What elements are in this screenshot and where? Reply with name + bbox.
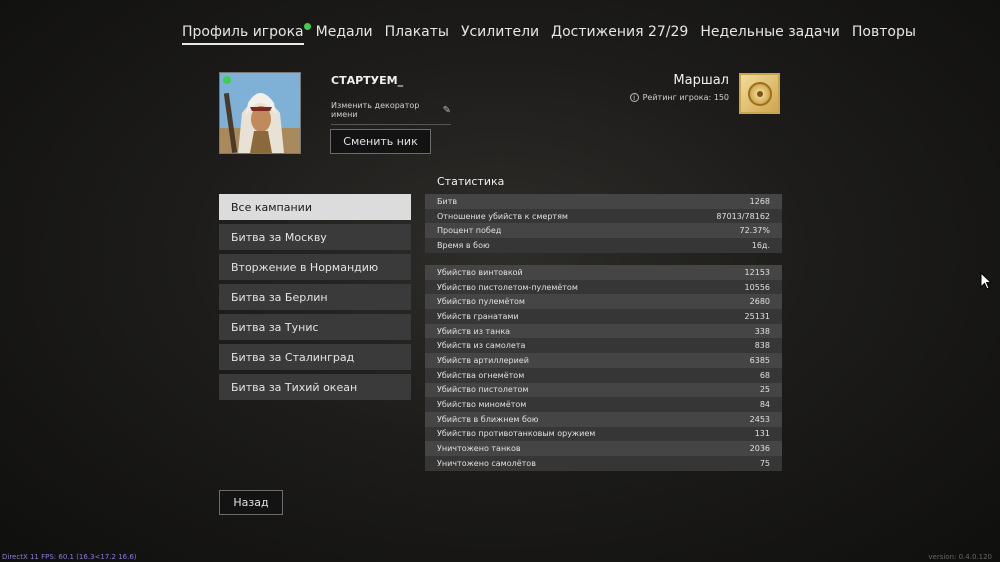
stat-value: 131	[754, 429, 770, 439]
stat-value: 68	[759, 370, 770, 380]
stat-value: 338	[754, 326, 770, 336]
stat-label: Убийство пулемётом	[437, 297, 525, 307]
name-decorator-label: Изменить декоратор имени	[331, 101, 420, 119]
player-nickname: СТАРТУЕМ_	[331, 74, 404, 87]
stat-label: Уничтожено самолётов	[437, 458, 536, 468]
table-row: Убийство пулемётом 2680	[425, 294, 782, 310]
notification-dot-icon	[303, 23, 311, 30]
table-row: Убийство пистолетом 25	[425, 382, 782, 398]
campaign-item[interactable]: Вторжение в Нормандию	[219, 254, 411, 280]
stat-value: 2036	[749, 444, 770, 454]
tab-label: Профиль игрока	[182, 24, 304, 40]
stat-label: Убийство пистолетом	[437, 385, 529, 395]
mouse-cursor-icon	[980, 272, 992, 290]
table-row: Отношение убийств к смертям 87013/78162	[425, 208, 782, 224]
stat-label: Убийств в ближнем бою	[437, 414, 539, 424]
change-nick-button[interactable]: Сменить ник	[330, 129, 431, 154]
name-decorator-link[interactable]: Изменить декоратор имени ✎	[331, 101, 451, 125]
table-row: Процент побед 72.37%	[425, 223, 782, 239]
stat-value: 25	[759, 385, 770, 395]
campaign-item[interactable]: Битва за Берлин	[219, 284, 411, 310]
table-row: Уничтожено танков 2036	[425, 441, 782, 456]
avatar-portrait-image	[220, 73, 300, 153]
table-row: Убийство противотанковым оружием 131	[425, 426, 782, 442]
stat-label: Уничтожено танков	[437, 444, 521, 454]
tab-label: Повторы	[851, 24, 916, 40]
campaign-item[interactable]: Битва за Тунис	[219, 314, 411, 340]
table-row: Убийство миномётом 84	[425, 397, 782, 412]
tab-5[interactable]: Недельные задачи	[700, 24, 840, 45]
stat-label: Битв	[437, 196, 458, 206]
tab-label: Достижения 27/29	[551, 24, 689, 40]
stat-label: Убийство пистолетом-пулемётом	[437, 282, 578, 292]
pencil-icon: ✎	[442, 104, 451, 116]
table-row: Убийство пистолетом-пулемётом 10556	[425, 279, 782, 295]
stats-title: Статистика	[437, 175, 505, 188]
tab-1[interactable]: Медали	[316, 24, 373, 45]
tab-bar: Профиль игрока Медали Плакаты Усилители Дост…	[182, 23, 916, 45]
info-icon[interactable]: i	[629, 93, 639, 102]
stat-value: 2680	[749, 297, 770, 307]
rank-title: Маршал	[673, 73, 729, 88]
campaign-item[interactable]: Битва за Тихий океан	[219, 374, 411, 400]
stat-label: Убийств артиллерией	[437, 355, 529, 365]
stat-label: Убийства огнемётом	[437, 370, 525, 380]
kills-stats-table: Убийство винтовкой 12153 Убийство пистолет…	[425, 265, 782, 471]
stat-value: 87013/78162	[716, 211, 770, 221]
stat-value: 12153	[744, 267, 770, 277]
stat-label: Убийств из самолета	[437, 341, 526, 351]
stat-label: Убийств из танка	[437, 326, 511, 336]
avatar[interactable]	[219, 72, 301, 154]
tab-4[interactable]: Достижения 27/29	[551, 24, 688, 45]
table-row: Убийств артиллерией 6385	[425, 353, 782, 368]
stat-value: 6385	[749, 355, 770, 365]
stat-value: 1268	[749, 196, 770, 206]
table-row: Убийств в ближнем бою 2453	[425, 411, 782, 427]
stat-value: 10556	[744, 282, 770, 292]
stat-label: Убийство противотанковым оружием	[437, 429, 596, 439]
campaign-item[interactable]: Все кампании	[219, 194, 411, 220]
rating-label: Рейтинг игрока: 150	[642, 93, 729, 102]
tab-label: Плакаты	[384, 24, 449, 40]
tab-label: Недельные задачи	[700, 24, 840, 40]
stat-label: Убийство миномётом	[437, 400, 527, 410]
tab-6[interactable]: Повторы	[852, 24, 916, 45]
version-label: version: 0.4.0.120	[928, 553, 992, 561]
stat-value: 84	[759, 400, 770, 410]
table-row: Убийств из танка 338	[425, 323, 782, 339]
tab-label: Медали	[315, 24, 373, 40]
table-row: Время в бою 16д.	[425, 238, 782, 253]
table-row: Убийств из самолета 838	[425, 338, 782, 354]
campaign-item[interactable]: Битва за Сталинград	[219, 344, 411, 370]
stat-label: Процент побед	[437, 226, 502, 236]
stat-value: 838	[754, 341, 770, 351]
marshal-rank-icon[interactable]	[739, 73, 780, 114]
table-row: Битв 1268	[425, 194, 782, 209]
tab-0[interactable]: Профиль игрока	[182, 23, 311, 45]
stat-value: 16д.	[751, 240, 770, 250]
fps-counter: DirectX 11 FPS: 60.1 (16.3<17.2 16.6)	[2, 553, 137, 561]
tab-label: Усилители	[460, 24, 540, 40]
player-rating: i Рейтинг игрока: 150	[629, 93, 729, 102]
table-row: Убийств гранатами 25131	[425, 309, 782, 324]
campaign-item[interactable]: Битва за Москву	[219, 224, 411, 250]
stat-label: Убийство винтовкой	[437, 267, 523, 277]
back-button[interactable]: Назад	[219, 490, 283, 515]
notification-dot-icon	[223, 76, 231, 84]
table-row: Убийство винтовкой 12153	[425, 265, 782, 280]
table-row: Убийства огнемётом 68	[425, 367, 782, 383]
general-stats-table: Битв 1268 Отношение убийств к смертям 87013…	[425, 194, 782, 253]
stat-value: 75	[759, 458, 770, 468]
stat-label: Убийств гранатами	[437, 311, 519, 321]
tab-3[interactable]: Усилители	[461, 24, 539, 45]
table-row: Уничтожено самолётов 75	[425, 455, 782, 471]
stat-label: Время в бою	[437, 240, 490, 250]
tab-2[interactable]: Плакаты	[385, 24, 449, 45]
stat-label: Отношение убийств к смертям	[437, 211, 568, 221]
stat-value: 72.37%	[739, 226, 770, 236]
campaign-list: Все кампании Битва за Москву Вторжение в Н…	[219, 194, 411, 404]
stat-value: 25131	[744, 311, 770, 321]
stat-value: 2453	[749, 414, 770, 424]
